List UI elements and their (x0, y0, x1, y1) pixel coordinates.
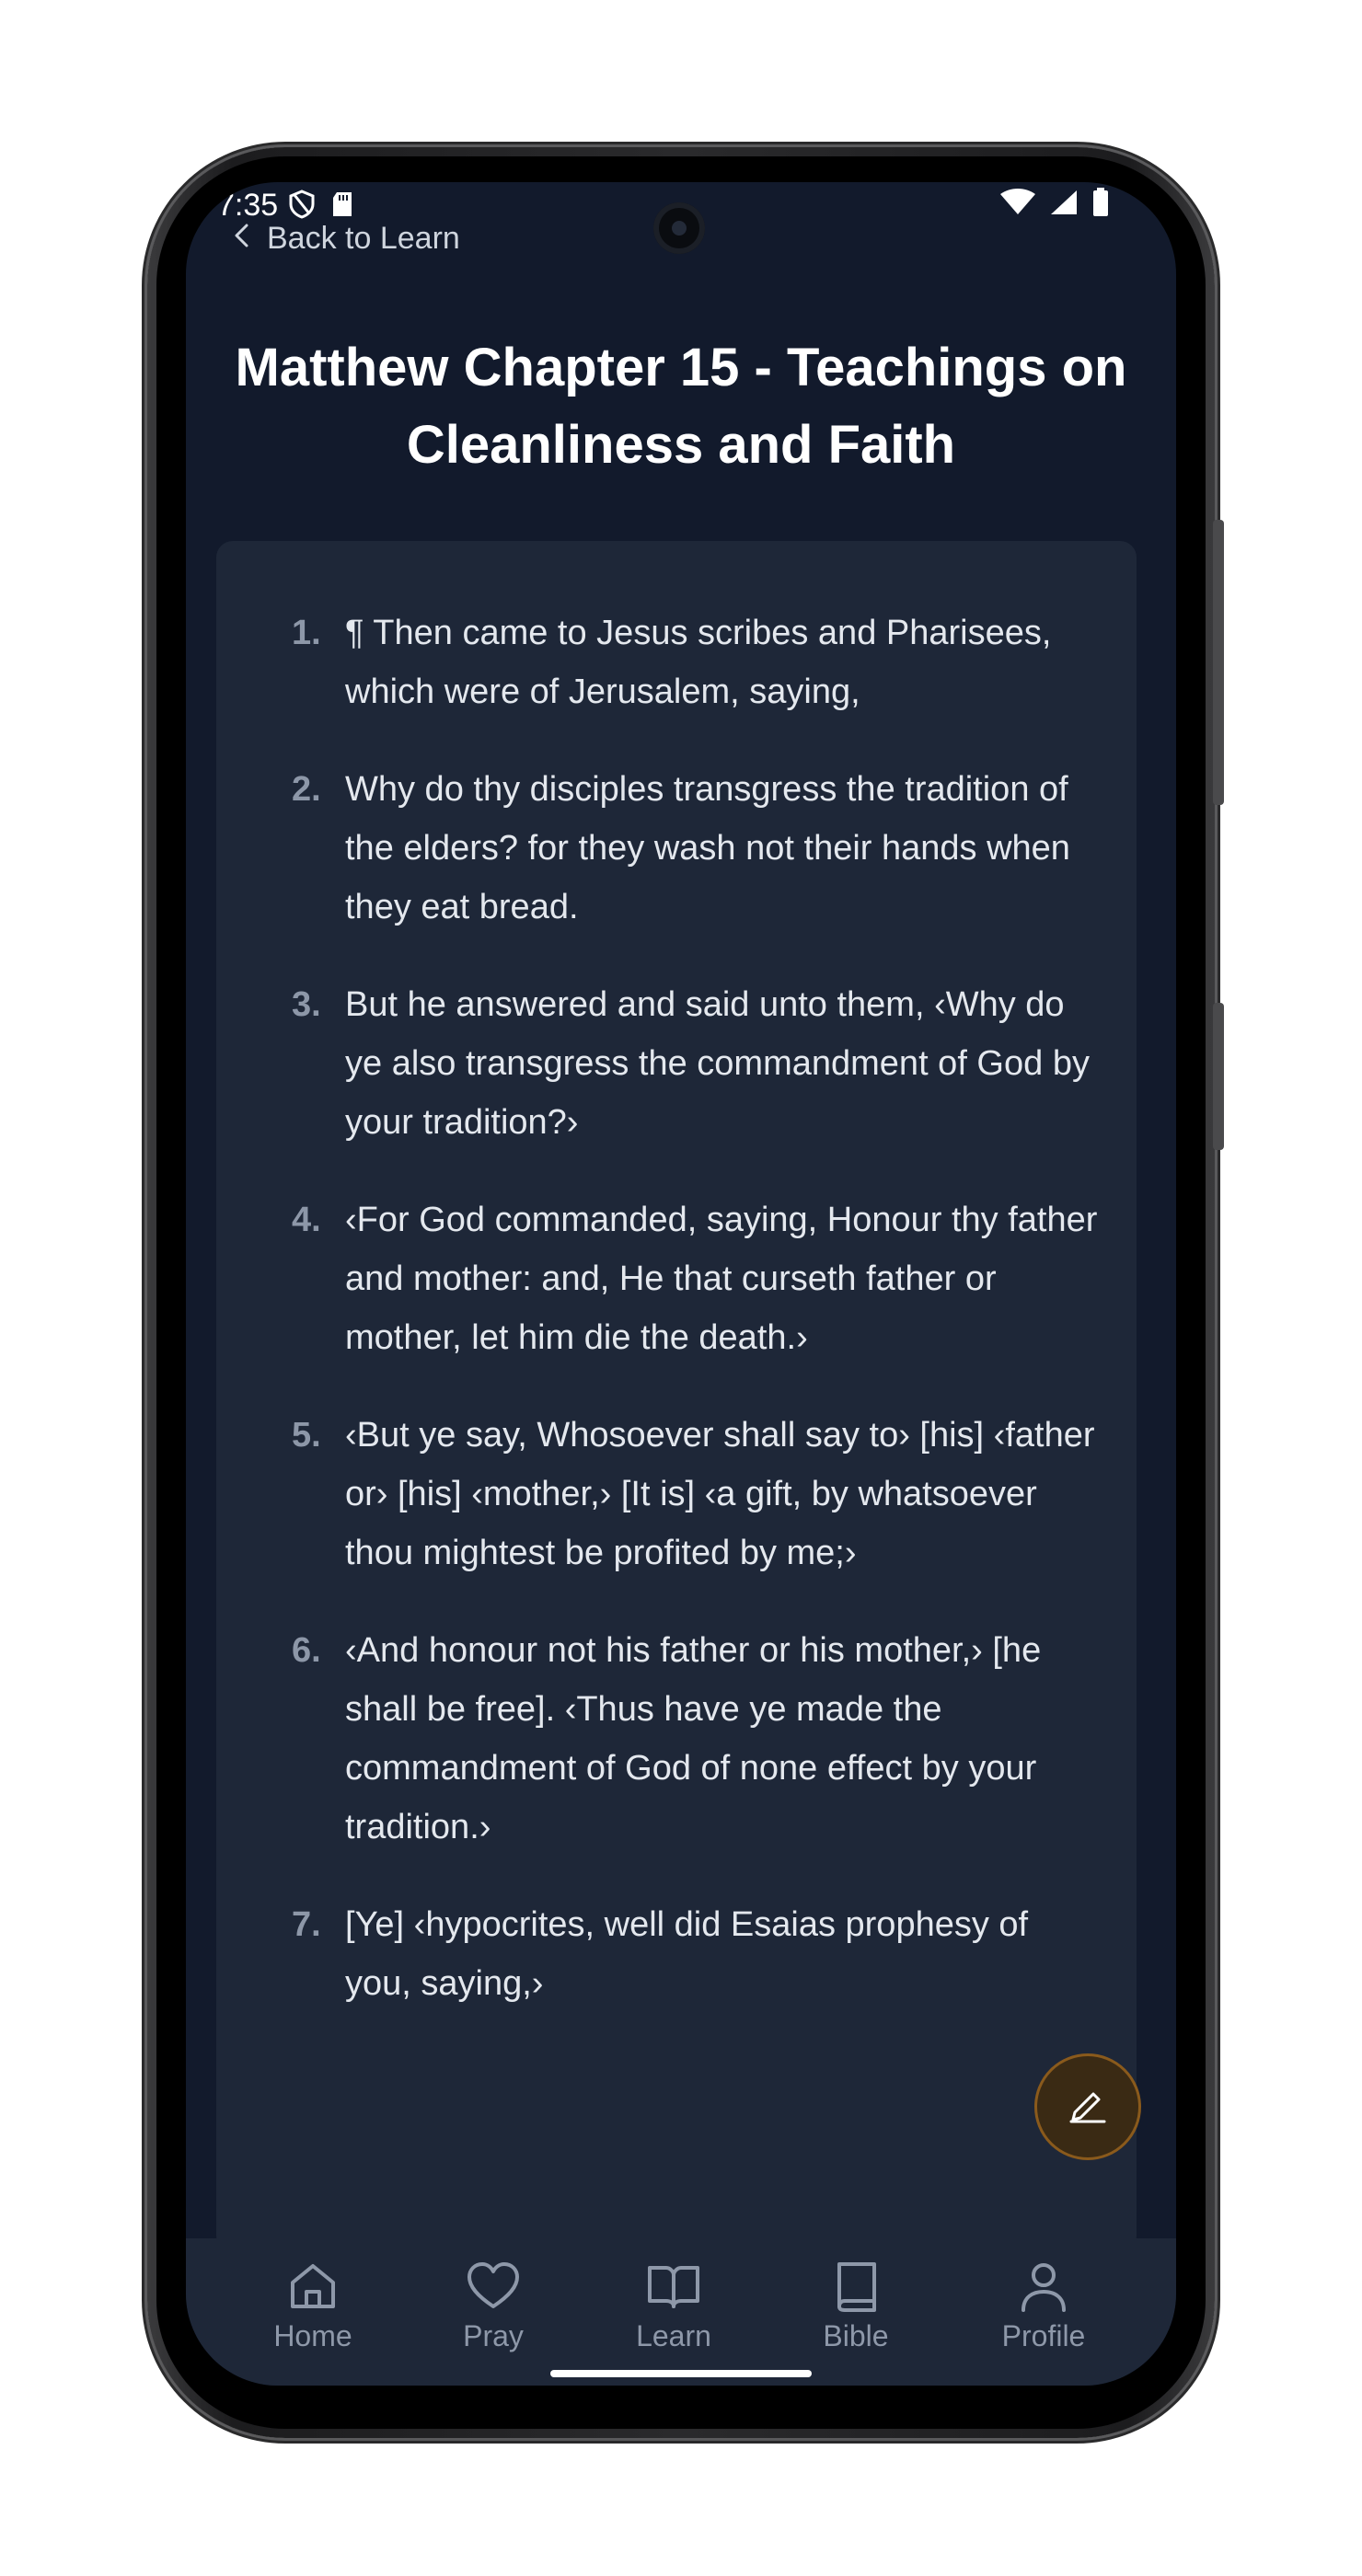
nav-item-home[interactable]: Home (239, 2259, 387, 2353)
open-book-icon (600, 2259, 747, 2314)
verse-number: 5. (292, 1416, 321, 1455)
nav-label-pray: Pray (463, 2319, 524, 2352)
nav-label-learn: Learn (636, 2319, 711, 2352)
verse-number: 1. (292, 614, 321, 652)
person-icon (970, 2259, 1117, 2314)
nav-item-learn[interactable]: Learn (600, 2259, 747, 2353)
verse-text: ‹But ye say, Whosoever shall say to› [hi… (345, 1416, 1095, 1572)
signal-icon (1049, 189, 1079, 224)
power-button (1213, 520, 1224, 805)
volume-button (1213, 1003, 1224, 1150)
book-icon (782, 2259, 929, 2314)
chapter-content-card: 1. ¶ Then came to Jesus scribes and Phar… (216, 541, 1137, 2252)
chevron-left-icon (232, 222, 250, 257)
status-time: 7:35 (217, 188, 279, 223)
verse-item: 6. ‹And honour not his father or his mot… (216, 1621, 1137, 1857)
front-camera (653, 202, 705, 254)
verse-item: 4. ‹For God commanded, saying, Honour th… (216, 1190, 1137, 1367)
verse-number: 4. (292, 1201, 321, 1239)
verse-item: 7. [Ye] ‹hypocrites, well did Esaias pro… (216, 1895, 1137, 2013)
verse-item: 5. ‹But ye say, Whosoever shall say to› … (216, 1406, 1137, 1582)
pen-icon (1066, 2085, 1110, 2130)
verse-text: ¶ Then came to Jesus scribes and Pharise… (345, 614, 1052, 711)
verse-item: 1. ¶ Then came to Jesus scribes and Phar… (216, 604, 1137, 721)
nav-label-profile: Profile (1001, 2319, 1086, 2352)
verse-text: ‹And honour not his father or his mother… (345, 1631, 1042, 1846)
nav-item-bible[interactable]: Bible (782, 2259, 929, 2353)
page-title: Matthew Chapter 15 - Teachings on Cleanl… (235, 338, 1127, 475)
nav-item-pray[interactable]: Pray (420, 2259, 567, 2353)
verse-list: 1. ¶ Then came to Jesus scribes and Phar… (216, 604, 1137, 2052)
status-right-icons (999, 188, 1110, 225)
verse-text: ‹For God commanded, saying, Honour thy f… (345, 1201, 1098, 1357)
wifi-icon (999, 189, 1036, 224)
verse-text: But he answered and said unto them, ‹Why… (345, 985, 1090, 1142)
annotate-fab-button[interactable] (1034, 2053, 1141, 2160)
home-icon (239, 2259, 387, 2314)
bottom-navigation: Home Pray Learn Bible Profile (186, 2238, 1176, 2386)
verse-item: 3. But he answered and said unto them, ‹… (216, 975, 1137, 1152)
app-screen: 7:35 Back to Learn Matthew Chapter 15 - … (186, 182, 1176, 2386)
verse-number: 2. (292, 770, 321, 809)
verse-item: 2. Why do thy disciples transgress the t… (216, 760, 1137, 937)
back-link-label: Back to Learn (267, 221, 460, 256)
nav-label-bible: Bible (823, 2319, 889, 2352)
back-to-learn-link[interactable]: Back to Learn (232, 221, 460, 257)
battery-icon (1091, 188, 1110, 225)
home-indicator[interactable] (550, 2370, 812, 2377)
verse-number: 6. (292, 1631, 321, 1670)
nav-item-profile[interactable]: Profile (970, 2259, 1117, 2353)
verse-text: [Ye] ‹hypocrites, well did Esaias prophe… (345, 1905, 1029, 2003)
verse-text: Why do thy disciples transgress the trad… (345, 770, 1070, 926)
verse-number: 7. (292, 1905, 321, 1944)
nav-label-home: Home (273, 2319, 352, 2352)
verse-number: 3. (292, 985, 321, 1024)
heart-icon (420, 2259, 567, 2314)
